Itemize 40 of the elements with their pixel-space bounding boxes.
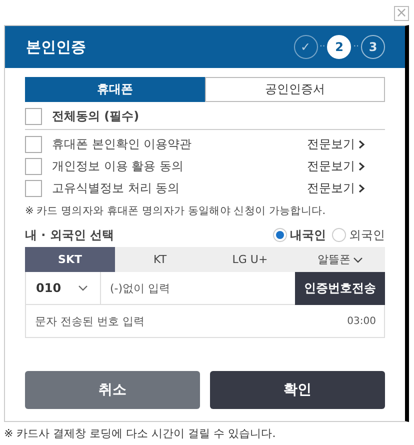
send-code-button[interactable]: 인증번호전송 bbox=[295, 272, 385, 305]
tab[interactable]: 휴대폰 bbox=[25, 77, 205, 102]
view-terms-link[interactable]: 전문보기 bbox=[307, 180, 365, 196]
agreement-label: 휴대폰 본인확인 이용약관 bbox=[52, 136, 193, 152]
view-terms-link[interactable]: 전문보기 bbox=[307, 136, 365, 152]
footnote-text: ※ 카드사 결제창 로딩에 다소 시간이 걸릴 수 있습니다. bbox=[4, 426, 277, 441]
carrier-tab[interactable]: LG U+ bbox=[205, 247, 295, 272]
chevron-icon bbox=[358, 140, 365, 148]
nationality-label: 내 · 외국인 선택 bbox=[25, 226, 116, 244]
carrier-tab[interactable]: 알뜰폰 bbox=[295, 247, 385, 272]
step-separator: ·· bbox=[320, 42, 326, 52]
agree-all-label: 전체동의 (필수) bbox=[52, 108, 140, 125]
cancel-button[interactable]: 취소 bbox=[25, 371, 200, 409]
tab[interactable]: 공인인증서 bbox=[205, 77, 385, 102]
prefix-select[interactable]: 010 bbox=[25, 272, 101, 305]
step-indicator: 2 bbox=[327, 35, 352, 59]
caret-icon bbox=[352, 256, 362, 262]
radio-label: 외국인 bbox=[349, 226, 385, 244]
chevron-icon bbox=[358, 184, 365, 192]
checkbox[interactable] bbox=[25, 108, 42, 125]
carrier-tab[interactable]: KT bbox=[115, 247, 205, 272]
confirm-button[interactable]: 확인 bbox=[210, 371, 385, 409]
step-indicator: ✓ bbox=[294, 35, 318, 59]
notice-text: ※ 카드 명의자와 휴대폰 명의자가 동일해야 신청이 가능합니다. bbox=[25, 204, 326, 218]
caret-icon bbox=[78, 285, 88, 291]
step-separator: ·· bbox=[353, 42, 359, 52]
chevron-icon bbox=[358, 162, 365, 170]
radio-button[interactable] bbox=[273, 228, 287, 242]
dialog-title: 본인인증 bbox=[26, 38, 86, 56]
step-indicator: 3 bbox=[361, 35, 385, 59]
radio-label: 내국인 bbox=[290, 226, 326, 244]
checkbox[interactable] bbox=[25, 136, 42, 152]
timer-text: 03:00 bbox=[347, 316, 376, 327]
radio-button[interactable] bbox=[332, 228, 346, 242]
checkbox[interactable] bbox=[25, 158, 42, 174]
agreement-label: 고유식별정보 처리 동의 bbox=[52, 180, 181, 196]
carrier-tab[interactable]: SKT bbox=[25, 247, 115, 272]
checkbox[interactable] bbox=[25, 180, 42, 196]
view-terms-link[interactable]: 전문보기 bbox=[307, 158, 365, 174]
agreement-label: 개인정보 이용 활용 동의 bbox=[52, 158, 184, 174]
